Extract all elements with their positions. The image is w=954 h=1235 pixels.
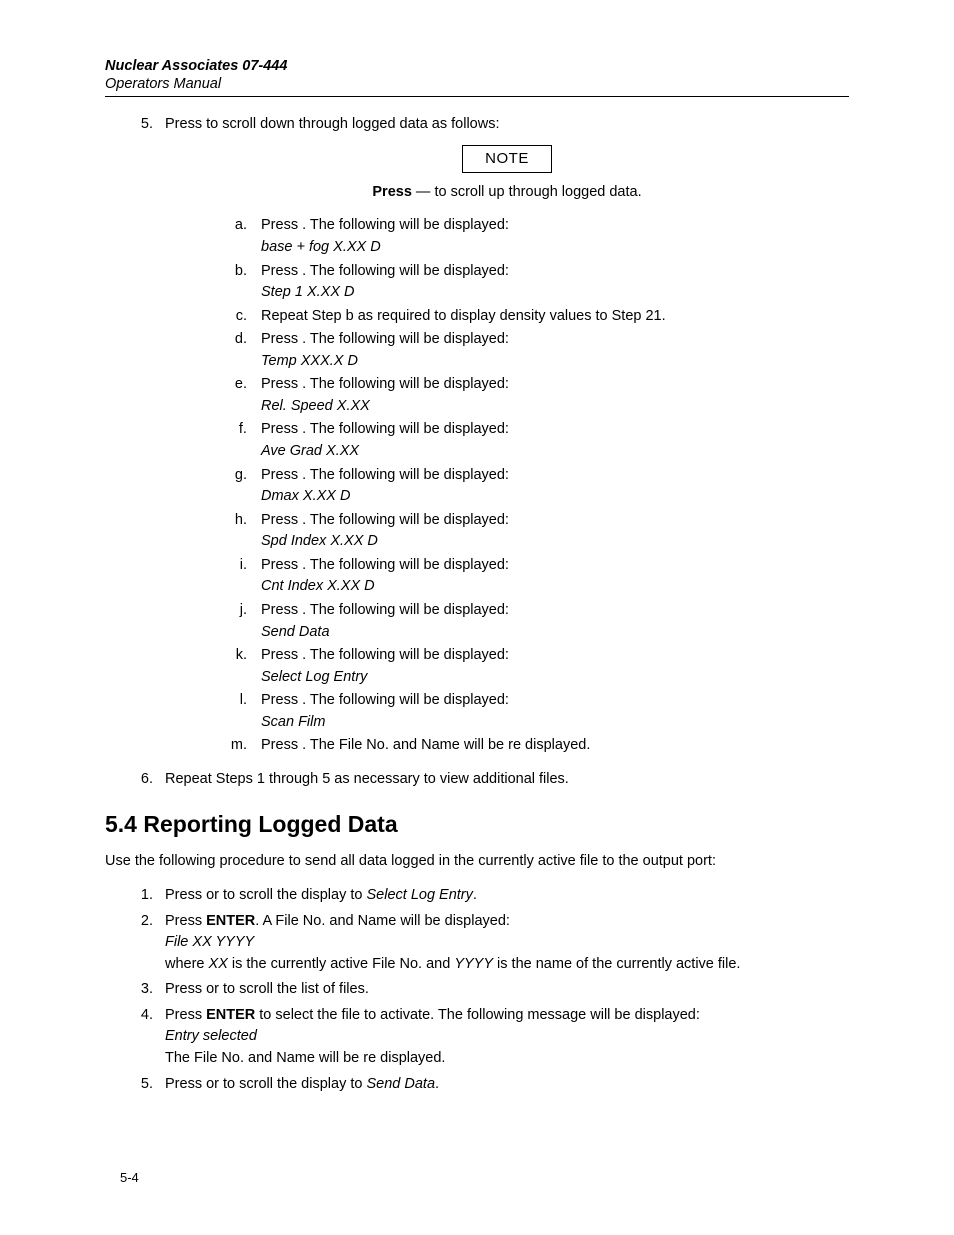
sub-m: Press . The File No. and Name will be re… <box>251 736 849 756</box>
r-step-5: Press or to scroll the display to Send D… <box>157 1075 849 1095</box>
sub-g: Press . The following will be displayed:… <box>251 466 849 507</box>
note-text: Press — to scroll up through logged data… <box>165 183 849 203</box>
r2-yy: YYYY <box>454 956 493 972</box>
r5-post: . <box>435 1076 439 1092</box>
r2-bold: ENTER <box>206 913 255 929</box>
sub-g-text: Press . The following will be displayed: <box>261 467 509 483</box>
sub-h: Press . The following will be displayed:… <box>251 511 849 552</box>
r4-bold: ENTER <box>206 1007 255 1023</box>
sub-l: Press . The following will be displayed:… <box>251 691 849 732</box>
sub-b: Press . The following will be displayed:… <box>251 262 849 303</box>
header-title: Nuclear Associates 07-444 <box>105 58 849 74</box>
r2-where-post: is the name of the currently active file… <box>493 956 740 972</box>
r2-mid: is the currently active File No. and <box>228 956 454 972</box>
r-step-3: Press or to scroll the list of files. <box>157 980 849 1000</box>
r-step-1: Press or to scroll the display to Select… <box>157 886 849 906</box>
r-step-2: Press ENTER. A File No. and Name will be… <box>157 912 849 975</box>
r4-post: to select the file to activate. The foll… <box>255 1007 700 1023</box>
sub-d-display: Temp XXX.X D <box>261 352 849 372</box>
sub-a-display: base + fog X.XX D <box>261 238 849 258</box>
sub-i-text: Press . The following will be displayed: <box>261 557 509 573</box>
note-bold: Press <box>372 184 412 200</box>
r1-ital: Select Log Entry <box>366 887 472 903</box>
sub-i: Press . The following will be displayed:… <box>251 556 849 597</box>
r2-where: where XX is the currently active File No… <box>165 955 849 975</box>
sub-j-text: Press . The following will be displayed: <box>261 602 509 618</box>
sub-f-text: Press . The following will be displayed: <box>261 421 509 437</box>
header-rule <box>105 96 849 97</box>
sub-d-text: Press . The following will be displayed: <box>261 331 509 347</box>
r2-display: File XX YYYY <box>165 933 849 953</box>
r5-pre: Press or to scroll the display to <box>165 1076 366 1092</box>
sub-b-display: Step 1 X.XX D <box>261 283 849 303</box>
r4-display: Entry selected <box>165 1027 849 1047</box>
sub-e: Press . The following will be displayed:… <box>251 375 849 416</box>
sub-k-display: Select Log Entry <box>261 668 849 688</box>
sub-g-display: Dmax X.XX D <box>261 487 849 507</box>
r2-xx: XX <box>209 956 228 972</box>
sub-f-display: Ave Grad X.XX <box>261 442 849 462</box>
r3-text: Press or to scroll the list of files. <box>165 981 369 997</box>
sub-l-display: Scan Film <box>261 713 849 733</box>
r4-pre: Press <box>165 1007 206 1023</box>
note-box: NOTE <box>462 145 552 173</box>
sub-b-text: Press . The following will be displayed: <box>261 263 509 279</box>
sub-c: Repeat Step b as required to display den… <box>251 307 849 327</box>
sub-k: Press . The following will be displayed:… <box>251 646 849 687</box>
sub-c-text: Repeat Step b as required to display den… <box>261 308 666 324</box>
sub-h-text: Press . The following will be displayed: <box>261 512 509 528</box>
sub-m-text: Press . The File No. and Name will be re… <box>261 737 590 753</box>
sub-h-display: Spd Index X.XX D <box>261 532 849 552</box>
step-5: Press to scroll down through logged data… <box>157 115 849 756</box>
sub-d: Press . The following will be displayed:… <box>251 330 849 371</box>
sub-l-text: Press . The following will be displayed: <box>261 692 509 708</box>
page-number: 5-4 <box>120 1170 139 1185</box>
sub-j-display: Send Data <box>261 623 849 643</box>
header-subtitle: Operators Manual <box>105 76 849 92</box>
r2-pre: Press <box>165 913 206 929</box>
sub-j: Press . The following will be displayed:… <box>251 601 849 642</box>
section-5-4-intro: Use the following procedure to send all … <box>105 852 849 872</box>
sub-e-text: Press . The following will be displayed: <box>261 376 509 392</box>
step-6-text: Repeat Steps 1 through 5 as necessary to… <box>165 771 569 787</box>
r-step-4: Press ENTER to select the file to activa… <box>157 1006 849 1069</box>
r1-post: . <box>473 887 477 903</box>
sub-a: Press . The following will be displayed:… <box>251 216 849 257</box>
step-6: Repeat Steps 1 through 5 as necessary to… <box>157 770 849 790</box>
sub-e-display: Rel. Speed X.XX <box>261 397 849 417</box>
section-5-4-heading: 5.4 Reporting Logged Data <box>105 811 849 838</box>
r1-pre: Press or to scroll the display to <box>165 887 366 903</box>
r4-after: The File No. and Name will be re display… <box>165 1049 849 1069</box>
r2-where-pre: where <box>165 956 209 972</box>
sub-i-display: Cnt Index X.XX D <box>261 577 849 597</box>
sub-k-text: Press . The following will be displayed: <box>261 647 509 663</box>
step-5-text: Press to scroll down through logged data… <box>165 116 500 132</box>
note-rest: — to scroll up through logged data. <box>412 184 642 200</box>
sub-f: Press . The following will be displayed:… <box>251 420 849 461</box>
sub-a-text: Press . The following will be displayed: <box>261 217 509 233</box>
r2-post: . A File No. and Name will be displayed: <box>255 913 510 929</box>
r5-ital: Send Data <box>366 1076 435 1092</box>
